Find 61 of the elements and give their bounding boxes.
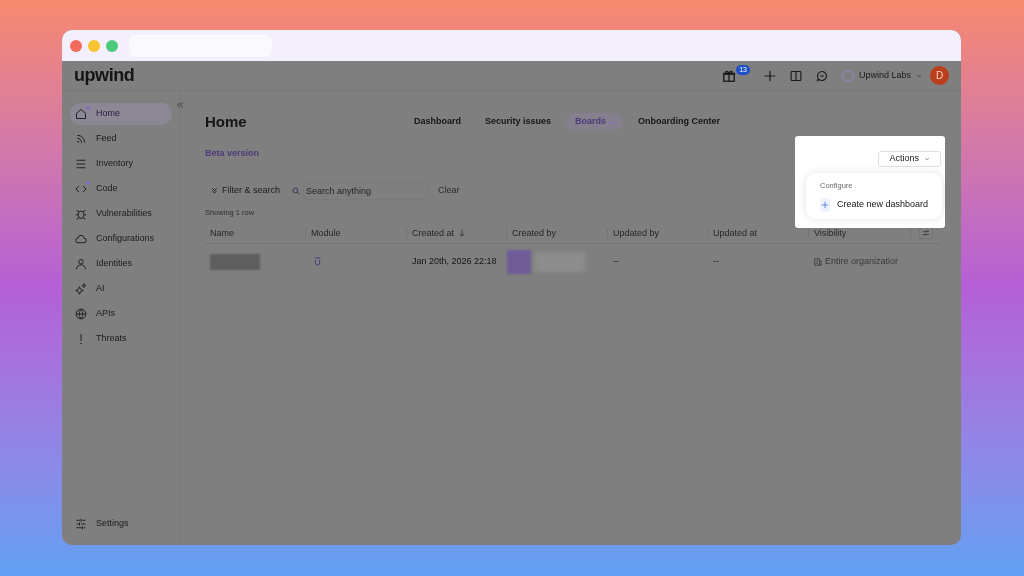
- column-header[interactable]: Created by: [507, 228, 608, 239]
- collapse-icon[interactable]: [176, 101, 184, 109]
- sidebar-item[interactable]: Vulnerabilities: [70, 203, 172, 225]
- sidebar-item[interactable]: Threats: [70, 328, 172, 350]
- sidebar-item[interactable]: Identities: [70, 253, 172, 275]
- table-cell-text: Jan 20th, 2026 22:18: [411, 255, 498, 268]
- sidebar-item[interactable]: Configurations: [70, 228, 172, 250]
- column-header[interactable]: Module: [306, 228, 407, 239]
- column-header[interactable]: Name: [205, 228, 306, 239]
- sidebar-item[interactable]: Feed: [70, 128, 172, 150]
- logo: upwind: [74, 64, 135, 87]
- feed-icon: [75, 133, 87, 145]
- double-chevron-down-icon: [211, 187, 218, 194]
- chat-icon[interactable]: [815, 69, 828, 82]
- home-icon: [75, 108, 87, 120]
- sparkle-icon: [75, 283, 87, 295]
- gift-icon[interactable]: [722, 68, 737, 83]
- table-cell-text: --: [712, 255, 720, 268]
- sidebar-item[interactable]: Code: [70, 178, 172, 200]
- sidebar-item[interactable]: Inventory: [70, 153, 172, 175]
- column-header[interactable]: Created at: [407, 228, 507, 239]
- table-cell-text: Entire organizatior: [825, 255, 899, 268]
- column-header[interactable]: Updated by: [608, 228, 708, 239]
- code-icon: [75, 183, 87, 195]
- sort-arrow-icon: [458, 229, 467, 238]
- book-icon[interactable]: [789, 69, 802, 82]
- bug-icon: [75, 208, 87, 220]
- user-avatar[interactable]: D: [930, 66, 949, 85]
- maximize-icon[interactable]: [106, 39, 118, 52]
- cloud-icon: [75, 233, 87, 245]
- search-field[interactable]: Search anything: [303, 181, 429, 200]
- user-icon: [75, 258, 87, 270]
- chevron-down-icon: [916, 72, 922, 79]
- building-icon: [814, 257, 822, 266]
- page-title: Home: [205, 111, 248, 132]
- menu-item[interactable]: Create new dashboard: [820, 197, 928, 212]
- tab[interactable]: Onboarding Center: [629, 113, 730, 131]
- sidebar-item[interactable]: AI: [70, 278, 172, 300]
- tab[interactable]: Security issues: [476, 113, 561, 131]
- filter-toggle[interactable]: Filter & search: [205, 183, 287, 198]
- close-icon[interactable]: [70, 39, 82, 52]
- list-icon: [75, 158, 87, 170]
- globe-icon: [75, 308, 87, 320]
- beta-label: Beta version: [205, 147, 260, 160]
- settings-icon: [75, 518, 87, 530]
- sidebar-item[interactable]: APIs: [70, 303, 172, 325]
- sidebar-item[interactable]: Home: [70, 103, 172, 125]
- tab[interactable]: Boards: [566, 113, 624, 131]
- organization-dropdown[interactable]: Upwind Labs: [841, 68, 922, 83]
- search-icon: [292, 186, 301, 195]
- sidebar-item[interactable]: Settings: [70, 513, 134, 535]
- actions-button[interactable]: Actions: [878, 151, 941, 167]
- table-cell-text: --: [612, 255, 620, 268]
- tab[interactable]: Dashboard: [405, 113, 470, 131]
- plus-icon: [820, 200, 829, 209]
- module-icon: [314, 257, 321, 267]
- redacted-block: [210, 253, 260, 270]
- plus-icon[interactable]: [763, 69, 776, 82]
- avatar-placeholder: [507, 249, 531, 274]
- chevron-down-icon: [924, 155, 930, 162]
- clear-button[interactable]: Clear: [438, 183, 460, 198]
